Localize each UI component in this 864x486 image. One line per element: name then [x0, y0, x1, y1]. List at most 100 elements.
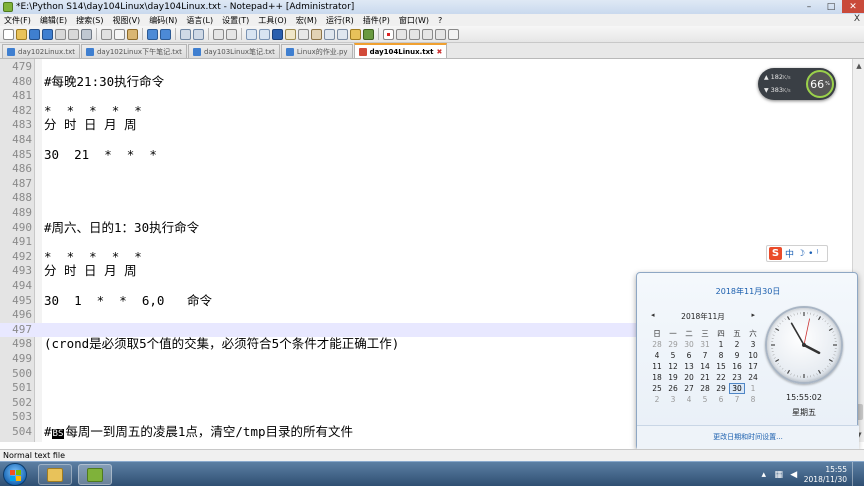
calendar-day[interactable]: 2 [729, 339, 745, 350]
word-wrap-icon[interactable] [272, 28, 283, 40]
tab-close-icon[interactable]: ✖ [436, 48, 442, 56]
redo-icon[interactable] [160, 28, 171, 40]
editor-line[interactable]: 483 分 时 日 月 周 [0, 118, 852, 133]
calendar-next-month-icon[interactable]: ▸ [751, 311, 755, 319]
menu-tools[interactable]: 工具(O) [258, 15, 287, 26]
change-datetime-settings-link[interactable]: 更改日期和时间设置... [637, 432, 859, 442]
play-macro-icon[interactable] [409, 28, 420, 40]
save-all-icon[interactable] [42, 28, 53, 40]
editor-line[interactable]: 484 [0, 133, 852, 148]
tab-day102linux[interactable]: day102Linux.txt [2, 44, 80, 58]
calendar-day[interactable]: 3 [665, 394, 681, 405]
language-icon[interactable] [311, 28, 322, 40]
run-macro-multiple-icon[interactable] [422, 28, 433, 40]
taskbar-explorer[interactable] [38, 464, 72, 485]
calendar-day[interactable]: 14 [697, 361, 713, 372]
open-file-icon[interactable] [16, 28, 27, 40]
ime-punctuation-icon[interactable]: • [808, 249, 813, 259]
tab-day103linux-notes[interactable]: day103Linux笔记.txt [187, 44, 280, 58]
calendar-day[interactable]: 26 [665, 383, 681, 394]
copy-icon[interactable] [114, 28, 125, 40]
menu-file[interactable]: 文件(F) [4, 15, 31, 26]
calendar-day[interactable]: 16 [729, 361, 745, 372]
close-window-button[interactable]: ✕ [842, 0, 864, 13]
calendar-day[interactable]: 23 [729, 372, 745, 383]
network-icon[interactable]: ▦ [774, 470, 784, 480]
editor-line[interactable]: 489 [0, 206, 852, 221]
editor-line[interactable]: 482 * * * * * [0, 103, 852, 119]
volume-icon[interactable]: ◀ [789, 470, 799, 480]
calendar-month-label[interactable]: 2018年11月 [651, 311, 755, 322]
calendar-day[interactable]: 2 [649, 394, 665, 405]
calendar-day[interactable]: 6 [681, 350, 697, 361]
sync-scroll-h-icon[interactable] [259, 28, 270, 40]
calendar-day[interactable]: 8 [745, 394, 761, 405]
zoom-out-icon[interactable] [226, 28, 237, 40]
spellcheck-icon[interactable] [448, 28, 459, 40]
sync-scroll-v-icon[interactable] [246, 28, 257, 40]
calendar-day[interactable]: 30 [681, 339, 697, 350]
calendar-day[interactable]: 11 [649, 361, 665, 372]
menu-search[interactable]: 搜索(S) [76, 15, 103, 26]
calendar-day[interactable]: 7 [729, 394, 745, 405]
calendar-day[interactable]: 19 [665, 372, 681, 383]
calendar-day[interactable]: 25 [649, 383, 665, 394]
menu-view[interactable]: 视图(V) [112, 15, 140, 26]
editor-line[interactable]: 490 #周六、日的1：30执行命令 [0, 220, 852, 236]
editor-line[interactable]: 481 [0, 89, 852, 104]
new-file-icon[interactable] [3, 28, 14, 40]
undo-icon[interactable] [147, 28, 158, 40]
ime-toolbar[interactable]: S 中 ☽ • ⁾ [766, 245, 828, 262]
ime-chinese-mode[interactable]: 中 [785, 247, 794, 260]
calendar-day[interactable]: 6 [713, 394, 729, 405]
show-desktop-button[interactable] [852, 462, 860, 486]
show-all-chars-icon[interactable] [285, 28, 296, 40]
menu-edit[interactable]: 编辑(E) [40, 15, 67, 26]
monitoring-icon[interactable] [363, 28, 374, 40]
ime-signal-icon[interactable]: ⁾ [816, 249, 818, 259]
editor-line[interactable]: 486 [0, 162, 852, 177]
close-file-icon[interactable] [55, 28, 66, 40]
calendar-day[interactable]: 24 [745, 372, 761, 383]
start-button[interactable] [3, 463, 27, 486]
close-all-icon[interactable] [68, 28, 79, 40]
calendar-day[interactable]: 13 [681, 361, 697, 372]
menu-plugins[interactable]: 插件(P) [363, 15, 390, 26]
menu-language[interactable]: 语言(L) [186, 15, 213, 26]
save-macro-icon[interactable] [435, 28, 446, 40]
tray-clock[interactable]: 15:55 2018/11/30 [804, 465, 847, 485]
calendar-day[interactable]: 1 [713, 339, 729, 350]
calendar-day[interactable]: 1 [745, 383, 761, 394]
calendar-day[interactable]: 12 [665, 361, 681, 372]
editor-line[interactable]: 488 [0, 191, 852, 206]
tab-day102linux-afternoon[interactable]: day102Linux下午笔记.txt [80, 44, 187, 58]
calendar-day[interactable]: 9 [729, 350, 745, 361]
calendar-day[interactable]: 7 [697, 350, 713, 361]
save-icon[interactable] [29, 28, 40, 40]
editor-line[interactable]: 491 [0, 235, 852, 250]
calendar-day[interactable]: 3 [745, 339, 761, 350]
editor-line[interactable]: 480 #每晚21:30执行命令 [0, 74, 852, 90]
calendar-day[interactable]: 18 [649, 372, 665, 383]
indent-guide-icon[interactable] [298, 28, 309, 40]
calendar-day[interactable]: 5 [697, 394, 713, 405]
minimize-button[interactable]: – [798, 0, 820, 13]
network-speed-widget[interactable]: ▲ 182K/s ▼ 383K/s 66% [758, 68, 836, 100]
close-document-button[interactable]: X [854, 14, 860, 24]
editor-line[interactable]: 487 [0, 177, 852, 192]
folder-workspace-icon[interactable] [350, 28, 361, 40]
menu-help[interactable]: ? [438, 16, 442, 25]
calendar-day[interactable]: 28 [649, 339, 665, 350]
document-map-icon[interactable] [324, 28, 335, 40]
tab-linux-homework[interactable]: Linux的作业.py [280, 44, 353, 58]
calendar-day[interactable]: 17 [745, 361, 761, 372]
editor-line[interactable]: 492 * * * * * [0, 249, 852, 265]
cut-icon[interactable] [101, 28, 112, 40]
calendar-day[interactable]: 31 [697, 339, 713, 350]
calendar-date-link[interactable]: 2018年11月30日 [637, 286, 859, 297]
scroll-up-icon[interactable]: ▲ [854, 61, 864, 71]
find-icon[interactable] [180, 28, 191, 40]
stop-macro-icon[interactable] [396, 28, 407, 40]
replace-icon[interactable] [193, 28, 204, 40]
menu-run[interactable]: 运行(R) [326, 15, 354, 26]
